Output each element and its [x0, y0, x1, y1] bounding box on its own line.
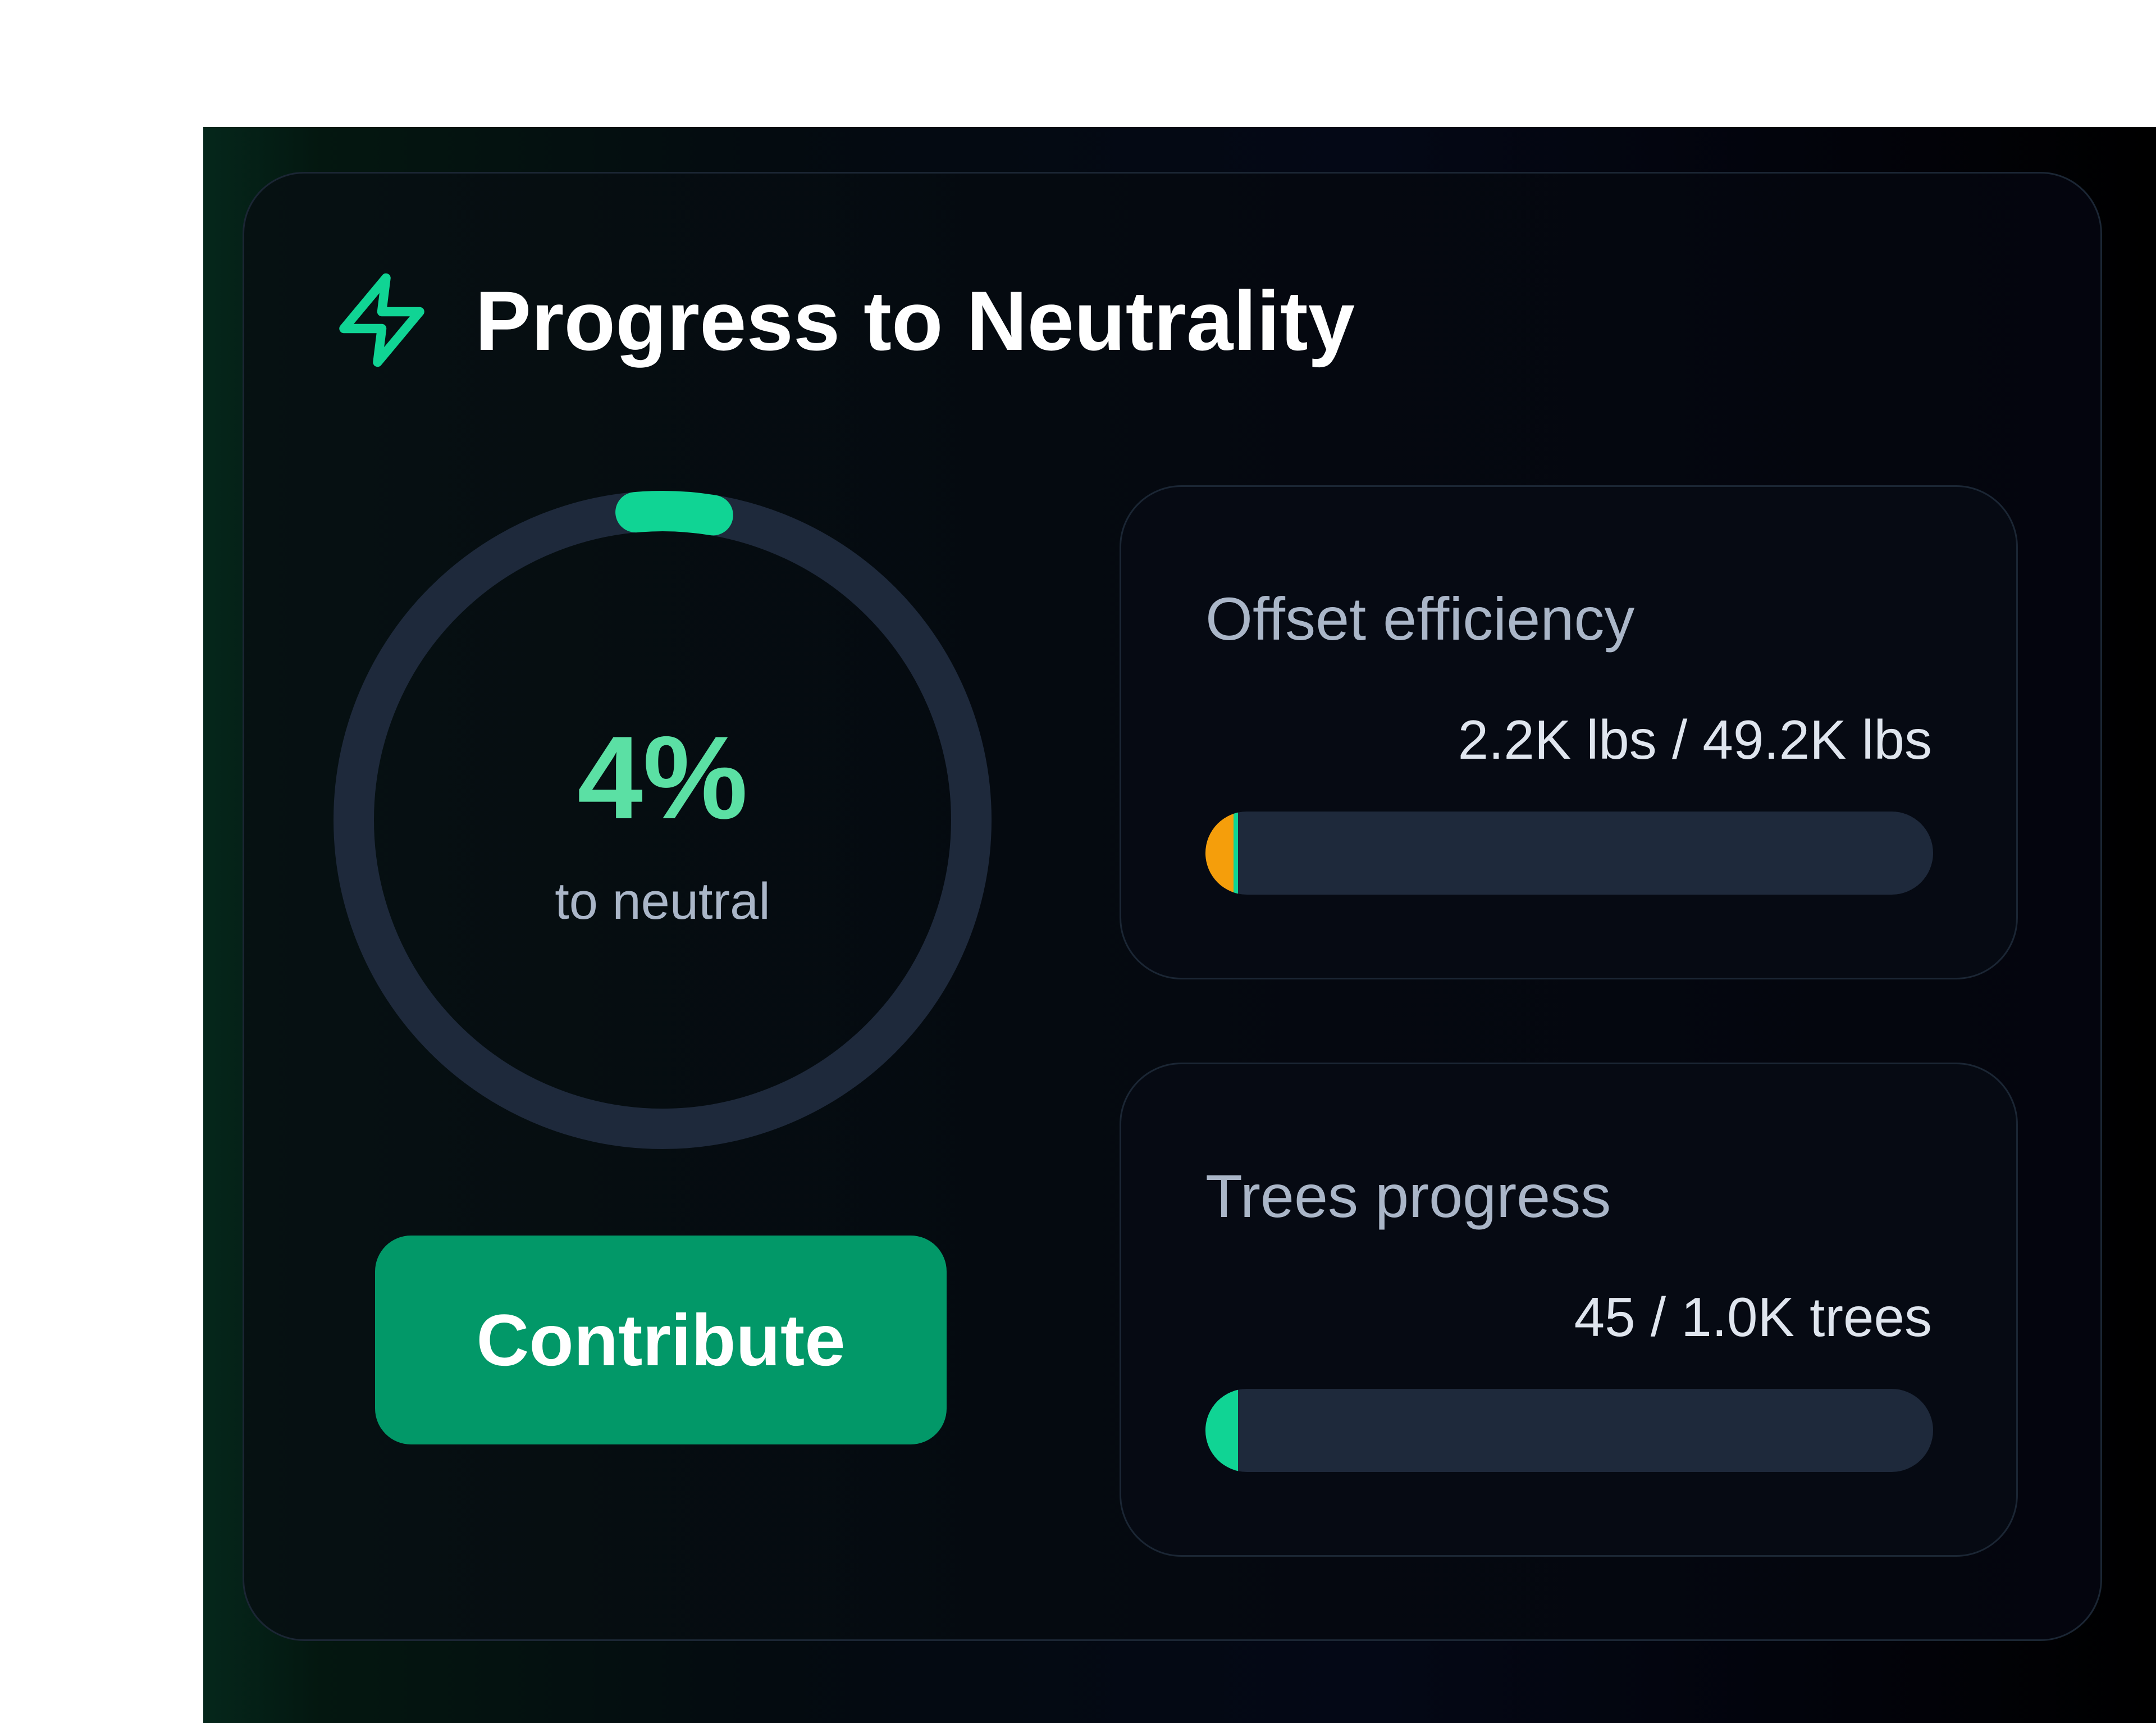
trees-progress-card: Trees progress 45 / 1.0K trees: [1120, 1063, 2018, 1557]
metric-value: 2.2K lbs / 49.2K lbs: [1458, 709, 1932, 771]
metric-title: Offset efficiency: [1205, 585, 1635, 653]
progress-label: to neutral: [555, 873, 770, 930]
progress-bar: [1205, 1389, 1933, 1472]
page-root: ack Progress to Neutrality 4% to neutral…: [0, 0, 2156, 1723]
card-title: Progress to Neutrality: [475, 274, 1355, 368]
offset-efficiency-card: Offset efficiency 2.2K lbs / 49.2K lbs: [1120, 485, 2018, 979]
metric-value: 45 / 1.0K trees: [1574, 1286, 1932, 1348]
progress-bar: [1205, 812, 1933, 895]
lightning-bolt-icon: [339, 273, 424, 367]
metric-title: Trees progress: [1205, 1162, 1611, 1230]
contribute-button[interactable]: Contribute: [375, 1236, 947, 1444]
progress-bar-fill: [1205, 812, 1239, 895]
progress-percent: 4%: [577, 712, 748, 844]
progress-bar-fill: [1205, 1389, 1239, 1472]
